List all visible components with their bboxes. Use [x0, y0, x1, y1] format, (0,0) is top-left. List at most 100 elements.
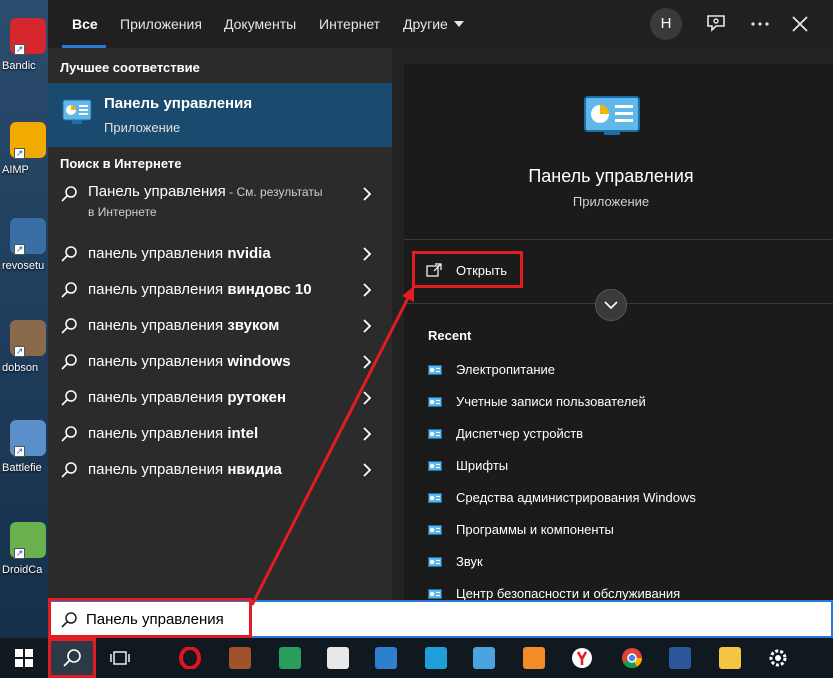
- chevron-right-icon: [362, 391, 372, 405]
- chevron-right-icon: [362, 463, 372, 477]
- chevron-right-icon: [362, 319, 372, 333]
- recent-item[interactable]: Звук: [428, 551, 818, 575]
- taskbar-button[interactable]: [48, 638, 96, 678]
- desktop-icon[interactable]: ↗ Bandic: [0, 8, 48, 98]
- web-result-item[interactable]: панель управления рутокен: [48, 380, 392, 416]
- explorer-icon: [719, 647, 741, 669]
- web-result-item[interactable]: Панель управления - См. результаты в Инте…: [48, 176, 392, 226]
- recent-item[interactable]: Учетные записи пользователей: [428, 391, 818, 415]
- search-box[interactable]: [48, 600, 833, 638]
- web-result-suggestion: nvidia: [227, 245, 271, 262]
- tab-all[interactable]: Все: [72, 0, 98, 48]
- control-panel-icon: [428, 523, 442, 535]
- recent-item[interactable]: Средства администрирования Windows: [428, 487, 818, 511]
- control-panel-icon: [428, 363, 442, 375]
- taskbar-button[interactable]: [216, 638, 264, 678]
- web-result-text: панель управления рутокен: [88, 389, 286, 406]
- web-result-item[interactable]: панель управления звуком: [48, 308, 392, 344]
- user-avatar[interactable]: Н: [650, 8, 682, 40]
- taskbar-button[interactable]: [754, 638, 802, 678]
- feedback-icon[interactable]: [704, 12, 728, 36]
- taskbar-button[interactable]: [412, 638, 460, 678]
- recent-item[interactable]: Программы и компоненты: [428, 519, 818, 543]
- web-result-text: Панель управления - См. результаты в Инте…: [88, 182, 322, 222]
- web-result-item[interactable]: панель управления нвидиа: [48, 452, 392, 488]
- web-result-query: панель управления: [88, 317, 228, 334]
- web-result-text: панель управления windows: [88, 353, 291, 370]
- taskbar-button[interactable]: [266, 638, 314, 678]
- control-panel-icon: [428, 395, 442, 407]
- search-icon: [60, 425, 78, 443]
- taskbar-button[interactable]: [362, 638, 410, 678]
- control-panel-icon: [428, 459, 442, 471]
- open-button[interactable]: Открыть: [414, 254, 524, 288]
- mail-icon: [375, 647, 397, 669]
- recent-item[interactable]: Электропитание: [428, 359, 818, 383]
- search-icon: [60, 185, 78, 203]
- tab-internet[interactable]: Интернет: [319, 0, 380, 48]
- web-result-query: панель управления: [88, 425, 228, 442]
- l-app-icon: [425, 647, 447, 669]
- control-panel-icon: [428, 555, 442, 567]
- shortcut-arrow-icon: ↗: [14, 446, 25, 457]
- web-result-suggestion: нвидиа: [227, 461, 282, 478]
- taskbar-button[interactable]: [608, 638, 656, 678]
- web-result-item[interactable]: панель управления intel: [48, 416, 392, 452]
- web-result-hint: - См. результаты: [225, 185, 323, 199]
- search-tabs: Все Приложения Документы Интернет Другие…: [48, 0, 833, 48]
- best-match-item[interactable]: Панель управления Приложение: [48, 83, 392, 147]
- chevron-right-icon: [362, 283, 372, 297]
- taskbar-button[interactable]: [0, 638, 48, 678]
- web-result-item[interactable]: панель управления windows: [48, 344, 392, 380]
- sublime-icon: [523, 647, 545, 669]
- search-icon: [60, 389, 78, 407]
- control-panel-icon: [428, 491, 442, 503]
- yandex-browser-icon: [571, 647, 593, 669]
- taskbar-button[interactable]: [656, 638, 704, 678]
- chevron-right-icon: [362, 247, 372, 261]
- task-view-icon: [109, 647, 131, 669]
- recent-item-label: Центр безопасности и обслуживания: [456, 586, 681, 601]
- taskbar-button[interactable]: [314, 638, 362, 678]
- taskbar-button[interactable]: [706, 638, 754, 678]
- web-result-item[interactable]: панель управления виндовс 10: [48, 272, 392, 308]
- desktop-icon[interactable]: ↗ DroidCa: [0, 512, 48, 602]
- open-icon: [426, 263, 442, 277]
- web-result-item[interactable]: панель управления nvidia: [48, 236, 392, 272]
- shield-app-icon: [279, 647, 301, 669]
- desktop-icon[interactable]: ↗ revosetu: [0, 208, 48, 298]
- tab-documents[interactable]: Документы: [224, 0, 296, 48]
- control-panel-icon: [428, 587, 442, 599]
- taskbar-button[interactable]: [510, 638, 558, 678]
- web-result-hint: в Интернете: [88, 205, 157, 219]
- best-match-title: Панель управления: [104, 95, 253, 112]
- desktop-icon[interactable]: ↗ AIMP: [0, 112, 48, 202]
- web-result-query: панель управления: [88, 281, 228, 298]
- shortcut-arrow-icon: ↗: [14, 244, 25, 255]
- taskbar-button[interactable]: [96, 638, 144, 678]
- search-panel: Все Приложения Документы Интернет Другие…: [48, 0, 833, 601]
- taskbar-button[interactable]: [166, 638, 214, 678]
- web-result-suggestion: рутокен: [227, 389, 287, 406]
- web-result-query: панель управления: [88, 245, 228, 262]
- chevron-right-icon: [362, 187, 372, 201]
- recent-item[interactable]: Диспетчер устройств: [428, 423, 818, 447]
- web-result-query: Панель управления: [88, 183, 226, 200]
- expand-button[interactable]: [595, 289, 627, 321]
- recent-item-label: Учетные записи пользователей: [456, 394, 646, 409]
- desktop-icon[interactable]: ↗ Battlefie: [0, 410, 48, 500]
- preview-pane: Панель управления Приложение Открыть Rec…: [404, 64, 833, 601]
- search-input[interactable]: [86, 606, 786, 632]
- taskbar-button[interactable]: [460, 638, 508, 678]
- tab-other[interactable]: Другие: [403, 0, 464, 48]
- windows-start-icon: [13, 647, 35, 669]
- close-icon[interactable]: [788, 12, 812, 36]
- desktop-icon[interactable]: ↗ dobson: [0, 310, 48, 400]
- tab-apps[interactable]: Приложения: [120, 0, 202, 48]
- search-icon: [60, 317, 78, 335]
- recent-item-label: Шрифты: [456, 458, 509, 473]
- recent-item[interactable]: Шрифты: [428, 455, 818, 479]
- recent-item-label: Программы и компоненты: [456, 522, 614, 537]
- more-icon[interactable]: [748, 12, 772, 36]
- taskbar-button[interactable]: [558, 638, 606, 678]
